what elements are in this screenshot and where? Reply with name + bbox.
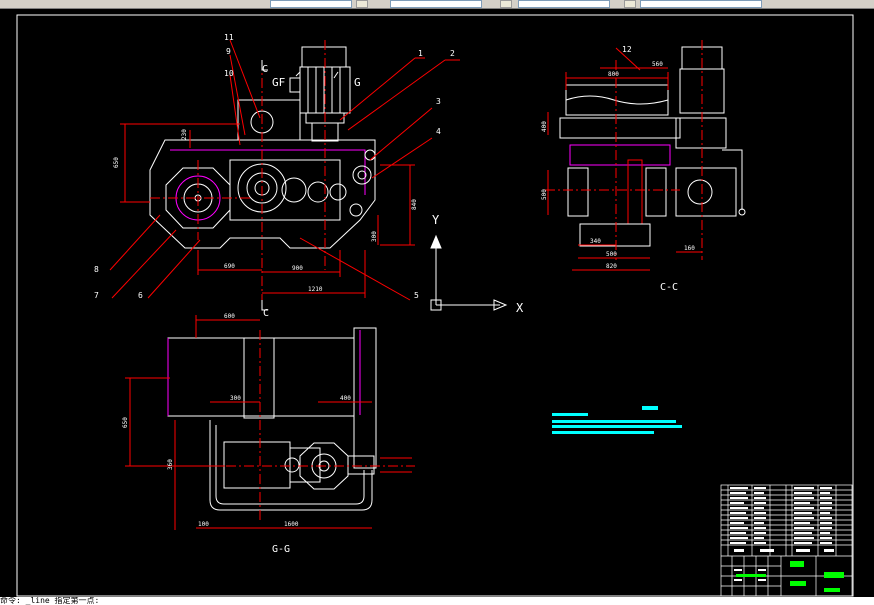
dim-side-left1: 400 — [541, 121, 548, 132]
balloon-12: 12 — [622, 45, 632, 54]
view-label-gf: GF — [272, 76, 285, 89]
plan-end-bracket — [347, 455, 375, 475]
motor-fins — [307, 67, 341, 113]
lineweight-dropdown[interactable] — [640, 0, 762, 8]
note-line-4 — [552, 431, 654, 434]
g-arrow — [333, 71, 339, 79]
side-wire-rope — [565, 95, 669, 105]
view-label-g: G — [354, 76, 361, 89]
dim-side-b3: 820 — [606, 263, 617, 270]
dim-main-right: 840 — [411, 199, 418, 210]
side-gear-section — [627, 159, 643, 225]
dim-plan-left2: 360 — [167, 459, 174, 470]
dim-side-b2: 500 — [606, 251, 617, 258]
plan-pinion — [284, 457, 300, 473]
side-left-wheel — [567, 167, 589, 217]
command-line[interactable]: 命令: _line 指定第一点: — [0, 597, 874, 605]
pinion-3 — [329, 183, 347, 201]
dim-plan-mid2: 400 — [340, 395, 351, 402]
plan-motor — [223, 441, 291, 489]
dim-side-top1: 800 — [608, 71, 619, 78]
side-drum-hub — [687, 179, 713, 205]
plan-centerlines — [190, 330, 415, 520]
balloon-5: 5 — [414, 291, 419, 300]
hook-pin — [349, 203, 363, 217]
idler-pulley — [352, 165, 372, 185]
plan-gearbox — [289, 447, 321, 483]
plan-upper-frame — [167, 337, 355, 417]
linetype-button[interactable] — [500, 0, 512, 8]
dim-main-right2: 300 — [371, 231, 378, 242]
dim-side-top2: 560 — [652, 61, 663, 68]
cad-drawing-canvas[interactable]: C C GF G 650 230 840 300 690 900 1210 1 … — [0, 8, 874, 597]
note-line-3 — [552, 425, 682, 428]
balloon-10: 10 — [224, 69, 234, 78]
dim-side-left2: 500 — [541, 189, 548, 200]
technical-notes — [552, 406, 682, 434]
side-drum — [675, 167, 737, 217]
balloon-3: 3 — [436, 97, 441, 106]
side-hook — [722, 149, 743, 210]
dim-plan-left1: 650 — [122, 417, 129, 428]
dim-main-height: 650 — [113, 157, 120, 168]
plan-view: G-G — [125, 315, 415, 555]
plan-dimension-text: 600 650 360 300 400 100 1600 — [122, 313, 351, 528]
motor-fan-cover — [301, 46, 347, 68]
balloon-7: 7 — [94, 291, 99, 300]
lifting-lug — [237, 99, 301, 140]
balloon-8: 8 — [94, 265, 99, 274]
dim-side-b1: 340 — [590, 238, 601, 245]
dim-side-right: 160 — [684, 245, 695, 252]
main-centerlines — [150, 40, 326, 300]
ucs-y-label: Y — [432, 213, 440, 227]
gear-case — [229, 159, 341, 221]
note-line-1 — [552, 413, 588, 416]
section-label-bottom: C — [263, 308, 269, 319]
plan-view-title: G-G — [272, 544, 290, 555]
side-motor-base — [675, 117, 727, 149]
side-dimension-lines — [547, 47, 702, 271]
lineweight-button[interactable] — [624, 0, 636, 8]
plan-shaft — [243, 337, 275, 419]
color-dropdown[interactable] — [390, 0, 482, 8]
side-view-title: C-C — [660, 282, 678, 293]
balloon-1: 1 — [418, 49, 423, 58]
bolt-head — [364, 149, 376, 161]
dim-plan-b2: 1600 — [284, 521, 299, 528]
side-centerlines — [545, 40, 703, 260]
side-mid-beam — [559, 117, 681, 139]
notes-heading — [642, 406, 658, 410]
dim-main-bottom3: 1210 — [308, 286, 323, 293]
gf-arrow — [295, 71, 301, 77]
housing-inner-hidden — [170, 149, 366, 195]
section-label-top: C — [262, 64, 268, 75]
side-right-wheel — [645, 167, 667, 217]
linetype-dropdown[interactable] — [518, 0, 610, 8]
note-line-2 — [552, 420, 676, 423]
dim-main-bottom1: 690 — [224, 263, 235, 270]
ucs-x-label: X — [516, 301, 524, 315]
side-view: C-C — [545, 40, 746, 293]
side-top-frame — [565, 84, 669, 116]
side-hidden-case — [569, 144, 671, 166]
dim-plan-b1: 100 — [198, 521, 209, 528]
ucs-icon: Y X — [430, 213, 524, 315]
balloon-4: 4 — [436, 127, 441, 136]
drawing-border — [16, 14, 854, 597]
dim-plan-mid1: 300 — [230, 395, 241, 402]
terminal-box — [289, 77, 301, 93]
balloon-11: 11 — [224, 33, 234, 42]
balloon-9: 9 — [226, 47, 231, 56]
plan-right-plate — [353, 327, 377, 469]
dim-main-h2: 230 — [181, 129, 188, 140]
layer-button[interactable] — [356, 0, 368, 8]
balloon-2: 2 — [450, 49, 455, 58]
balloon-6: 6 — [138, 291, 143, 300]
title-block-text-marks — [730, 487, 834, 581]
dim-plan-top: 600 — [224, 313, 235, 320]
dim-main-bottom2: 900 — [292, 265, 303, 272]
layer-dropdown[interactable] — [270, 0, 352, 8]
